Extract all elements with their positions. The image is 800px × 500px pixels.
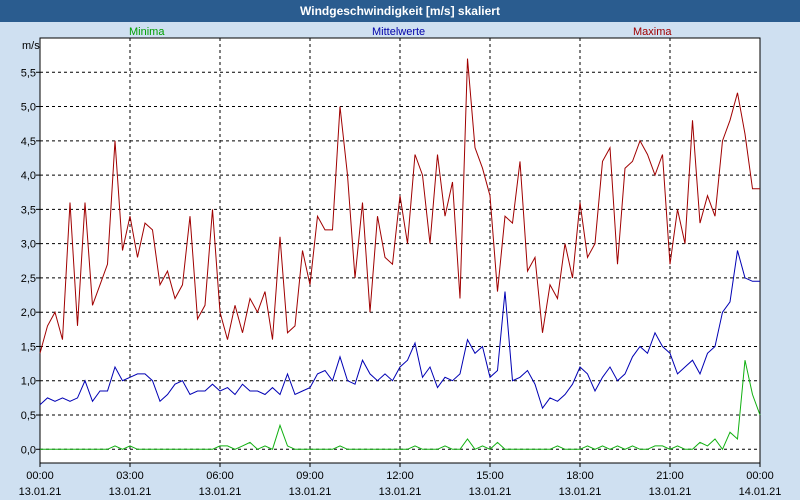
y-tick-label: 3,0 (21, 239, 36, 251)
x-tick-date-label: 13.01.21 (19, 486, 62, 498)
x-tick-date-label: 14.01.21 (739, 486, 782, 498)
y-tick-label: 0,0 (21, 444, 36, 456)
x-tick-time-label: 21:00 (656, 470, 684, 482)
x-tick-date-label: 13.01.21 (109, 486, 152, 498)
x-tick-date-label: 13.01.21 (469, 486, 512, 498)
y-tick-label: 2,5 (21, 273, 36, 285)
x-tick-date-label: 13.01.21 (289, 486, 332, 498)
x-tick-date-label: 13.01.21 (199, 486, 242, 498)
x-tick-time-label: 18:00 (566, 470, 594, 482)
x-tick-time-label: 09:00 (296, 470, 324, 482)
y-tick-label: 0,5 (21, 410, 36, 422)
x-tick-date-label: 13.01.21 (379, 486, 422, 498)
x-tick-time-label: 15:00 (476, 470, 504, 482)
y-tick-label: 1,0 (21, 376, 36, 388)
y-tick-label: 3,5 (21, 204, 36, 216)
x-tick-time-label: 12:00 (386, 470, 414, 482)
y-tick-label: 4,0 (21, 170, 36, 182)
y-tick-label: 1,5 (21, 341, 36, 353)
x-tick-time-label: 03:00 (116, 470, 144, 482)
x-tick-time-label: 06:00 (206, 470, 234, 482)
y-tick-label: 5,5 (21, 67, 36, 79)
y-tick-label: 2,0 (21, 307, 36, 319)
x-tick-time-label: 00:00 (26, 470, 54, 482)
x-tick-time-label: 00:00 (746, 470, 774, 482)
y-tick-label: 5,0 (21, 102, 36, 114)
y-tick-label: 4,5 (21, 136, 36, 148)
wind-speed-chart: 0,0 0,5 1,0 1,5 2,0 2,5 3,0 3,5 4,0 4,5 5,0 5,5 00:0… (19, 37, 782, 498)
x-tick-date-label: 13.01.21 (559, 486, 602, 498)
x-tick-date-label: 13.01.21 (649, 486, 692, 498)
